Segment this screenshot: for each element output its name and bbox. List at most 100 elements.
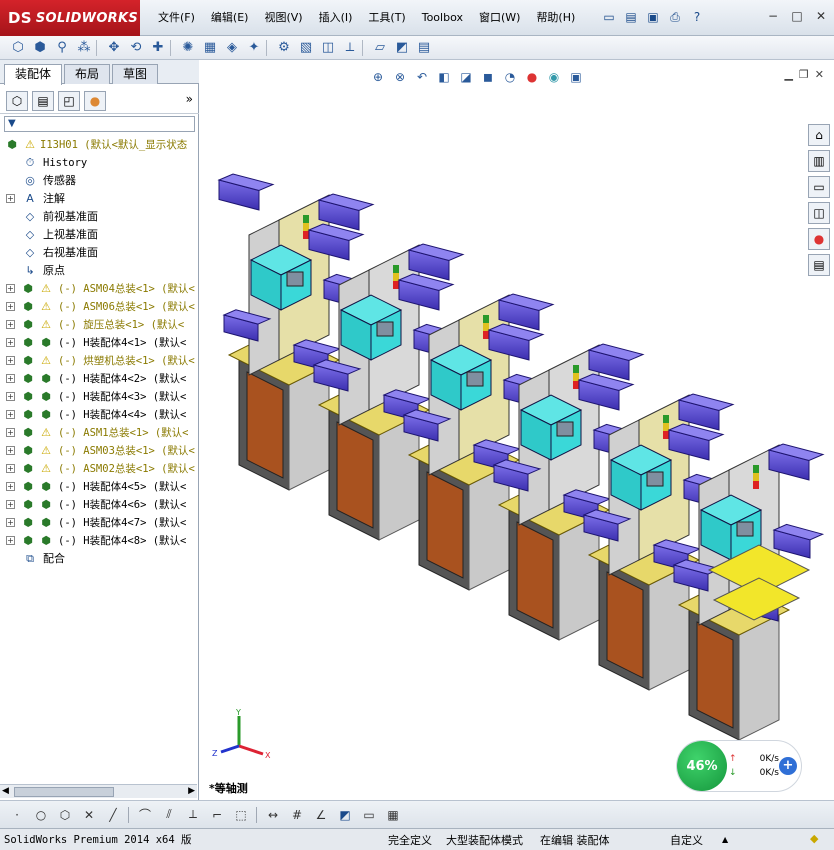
tree-item[interactable]: ◎ 传感器 — [0, 172, 197, 190]
design-library-icon[interactable]: ▥ — [808, 150, 830, 172]
close-icon[interactable]: ✕ — [812, 8, 830, 24]
expand-toggle-icon[interactable]: + — [6, 464, 15, 473]
ruler-icon[interactable]: ▱ — [370, 38, 390, 58]
menu-tools[interactable]: 工具(T) — [360, 10, 413, 26]
mate-icon[interactable]: ⚲ — [52, 38, 72, 58]
point-icon[interactable]: · — [8, 806, 26, 824]
solidworks-logo[interactable]: DS SOLIDWORKS — [0, 0, 140, 36]
section-view-icon[interactable]: ◩ — [392, 38, 412, 58]
tree-item[interactable]: ◇ 前视基准面 — [0, 208, 197, 226]
tree-item[interactable]: ↳ 原点 — [0, 262, 197, 280]
tree-item[interactable]: ⏱ History — [0, 154, 197, 172]
dashed-rect-icon[interactable]: ⬚ — [232, 806, 250, 824]
expand-toggle-icon[interactable]: + — [6, 500, 15, 509]
expand-toggle-icon[interactable]: + — [6, 518, 15, 527]
expand-toggle-icon[interactable]: + — [6, 284, 15, 293]
notification-icon[interactable]: ◆ — [810, 832, 818, 845]
tree-item[interactable]: + ⬢ ⚠ (-) ASM1总装<1> (默认< — [0, 424, 197, 442]
menu-insert[interactable]: 插入(I) — [311, 10, 361, 26]
dimension-icon[interactable]: ↔ — [264, 806, 282, 824]
tab-layout[interactable]: 布局 — [64, 64, 111, 84]
tree-item[interactable]: + A 注解 — [0, 190, 197, 208]
tree-filter[interactable]: ▼ — [4, 116, 195, 132]
tree-item[interactable]: + ⬢ ⚠ (-) 旋压总装<1> (默认< — [0, 316, 197, 334]
appearances-icon[interactable]: ● — [808, 228, 830, 250]
tree-item[interactable]: + ⬢ ⬢ (-) H装配体4<1> (默认< — [0, 334, 197, 352]
expand-toggle-icon[interactable]: + — [6, 320, 15, 329]
wand-icon[interactable]: ✦ — [244, 38, 264, 58]
save-icon[interactable]: ▣ — [644, 8, 662, 26]
component-icon[interactable]: ⬡ — [8, 38, 28, 58]
help-icon[interactable]: ? — [688, 8, 706, 26]
network-speed-widget[interactable]: 46% ↑ 0K/s ↓ 0K/s + — [676, 740, 802, 792]
interference-check-icon[interactable]: ◫ — [318, 38, 338, 58]
tree-item[interactable]: + ⬢ ⬢ (-) H装配体4<8> (默认< — [0, 532, 197, 550]
expand-toggle-icon[interactable]: + — [6, 374, 15, 383]
line-icon[interactable]: ╱ — [104, 806, 122, 824]
new-document-icon[interactable]: ▭ — [600, 8, 618, 26]
tab-sketch[interactable]: 草图 — [112, 64, 159, 84]
measure-icon[interactable]: ⟂ — [340, 38, 360, 58]
pattern-icon[interactable]: ⁂ — [74, 38, 94, 58]
tree-root-assembly[interactable]: ⬢ ⚠ I13H01 (默认<默认_显示状态 — [0, 136, 197, 154]
tree-item[interactable]: + ⬢ ⬢ (-) H装配体4<4> (默认< — [0, 406, 197, 424]
expand-toggle-icon[interactable]: + — [6, 428, 15, 437]
scroll-left-arrow-icon[interactable]: ◀ — [2, 786, 9, 796]
open-folder-icon[interactable]: ▤ — [622, 8, 640, 26]
tree-item[interactable]: ◇ 右视基准面 — [0, 244, 197, 262]
panel-more-chevron-icon[interactable]: » — [186, 92, 193, 106]
expand-toggle-icon[interactable]: + — [6, 356, 15, 365]
grid-icon[interactable]: # — [288, 806, 306, 824]
accelerate-plus-button[interactable]: + — [779, 757, 797, 775]
view-palette-icon[interactable]: ◫ — [808, 202, 830, 224]
expand-toggle-icon[interactable]: + — [6, 302, 15, 311]
settings-gear-icon[interactable]: ⚙ — [274, 38, 294, 58]
assembly-features-icon[interactable]: ▦ — [200, 38, 220, 58]
tree-item[interactable]: + ⬢ ⚠ (-) ASM02总装<1> (默认< — [0, 460, 197, 478]
graphics-viewport[interactable]: ⊕ ⊗ ↶ ◧ ◪ ◼ ◔ ● ◉ ▣ ▁ ❐ ✕ ⌂ ▥ ▭ ◫ ● ▤ Y … — [199, 60, 834, 800]
table-icon[interactable]: ▦ — [384, 806, 402, 824]
smart-fasteners-icon[interactable]: ✚ — [148, 38, 168, 58]
display-manager-icon[interactable]: ● — [84, 90, 106, 111]
menu-file[interactable]: 文件(F) — [150, 10, 203, 26]
expand-toggle-icon[interactable]: + — [6, 482, 15, 491]
tree-item[interactable]: + ⬢ ⬢ (-) H装配体4<6> (默认< — [0, 496, 197, 514]
expand-toggle-icon[interactable]: + — [6, 446, 15, 455]
menu-toolbox[interactable]: Toolbox — [414, 10, 471, 26]
custom-properties-icon[interactable]: ▤ — [808, 254, 830, 276]
solidworks-resources-icon[interactable]: ⌂ — [808, 124, 830, 146]
menu-edit[interactable]: 编辑(E) — [203, 10, 257, 26]
configuration-manager-icon[interactable]: ◰ — [58, 90, 80, 111]
move-component-icon[interactable]: ✥ — [104, 38, 124, 58]
tree-item[interactable]: + ⬢ ⬢ (-) H装配体4<5> (默认< — [0, 478, 197, 496]
mirror-icon[interactable]: ⟂ — [184, 806, 202, 824]
tree-horizontal-scrollbar[interactable]: ◀ ▶ — [0, 784, 197, 798]
window-layout-icon[interactable]: ▭ — [360, 806, 378, 824]
angle-icon[interactable]: ∠ — [312, 806, 330, 824]
menu-window[interactable]: 窗口(W) — [471, 10, 528, 26]
tree-item[interactable]: + ⬢ ⚠ (-) 烘塑机总装<1> (默认< — [0, 352, 197, 370]
menu-help[interactable]: 帮助(H) — [528, 10, 583, 26]
tree-item[interactable]: + ⬢ ⚠ (-) ASM03总装<1> (默认< — [0, 442, 197, 460]
property-manager-icon[interactable]: ▤ — [32, 90, 54, 111]
offset-icon[interactable]: ⫽ — [160, 806, 178, 824]
tree-item[interactable]: + ⬢ ⚠ (-) ASM04总装<1> (默认< — [0, 280, 197, 298]
circle-icon[interactable]: ○ — [32, 806, 50, 824]
tree-item[interactable]: ⧉ 配合 — [0, 550, 197, 568]
expand-toggle-icon[interactable]: + — [6, 392, 15, 401]
tree-item[interactable]: + ⬢ ⬢ (-) H装配体4<2> (默认< — [0, 370, 197, 388]
scroll-right-arrow-icon[interactable]: ▶ — [188, 786, 195, 796]
file-explorer-icon[interactable]: ▭ — [808, 176, 830, 198]
exploded-view-icon[interactable]: ✺ — [178, 38, 198, 58]
trim-icon[interactable]: ✕ — [80, 806, 98, 824]
expand-toggle-icon[interactable]: + — [6, 194, 15, 203]
sketch-fillet-icon[interactable]: ⌒ — [136, 806, 154, 824]
feature-manager-icon[interactable]: ⬡ — [6, 90, 28, 111]
maximize-icon[interactable]: □ — [788, 8, 806, 24]
minimize-icon[interactable]: − — [764, 8, 782, 24]
scroll-thumb[interactable] — [14, 787, 114, 797]
tab-assembly[interactable]: 装配体 — [4, 64, 63, 85]
bill-of-materials-icon[interactable]: ▧ — [296, 38, 316, 58]
tree-item[interactable]: ◇ 上视基准面 — [0, 226, 197, 244]
expand-toggle-icon[interactable]: + — [6, 410, 15, 419]
